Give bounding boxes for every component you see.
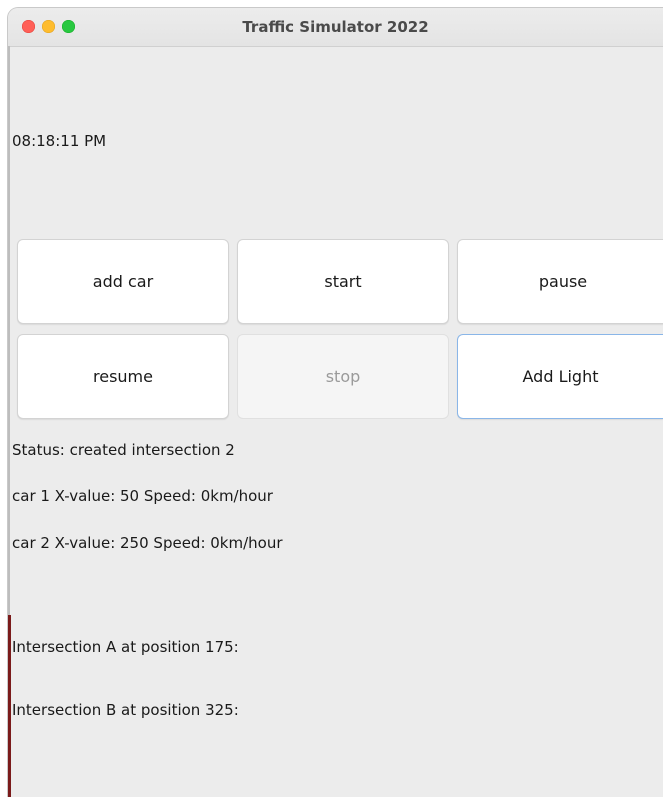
add-car-button[interactable]: add car — [17, 239, 229, 324]
clock-label: 08:18:11 PM — [12, 132, 107, 150]
window-title: Traffic Simulator 2022 — [242, 18, 429, 36]
minimize-icon[interactable] — [42, 20, 55, 33]
left-border — [8, 46, 10, 615]
car-1-label: car 1 X-value: 50 Speed: 0km/hour — [12, 487, 273, 505]
status-label: Status: created intersection 2 — [12, 441, 235, 459]
start-button[interactable]: start — [237, 239, 449, 324]
add-light-button[interactable]: Add Light — [457, 334, 663, 419]
stop-button[interactable]: stop — [237, 334, 449, 419]
maximize-icon[interactable] — [62, 20, 75, 33]
resume-button[interactable]: resume — [17, 334, 229, 419]
pause-button[interactable]: pause — [457, 239, 663, 324]
title-bar[interactable]: Traffic Simulator 2022 — [8, 8, 663, 47]
app-window: Traffic Simulator 2022 08:18:11 PM add c… — [8, 8, 663, 797]
intersection-a-label: Intersection A at position 175: — [12, 638, 239, 656]
close-icon[interactable] — [22, 20, 35, 33]
left-border-accent — [8, 615, 11, 797]
car-2-label: car 2 X-value: 250 Speed: 0km/hour — [12, 534, 283, 552]
intersection-b-label: Intersection B at position 325: — [12, 701, 239, 719]
